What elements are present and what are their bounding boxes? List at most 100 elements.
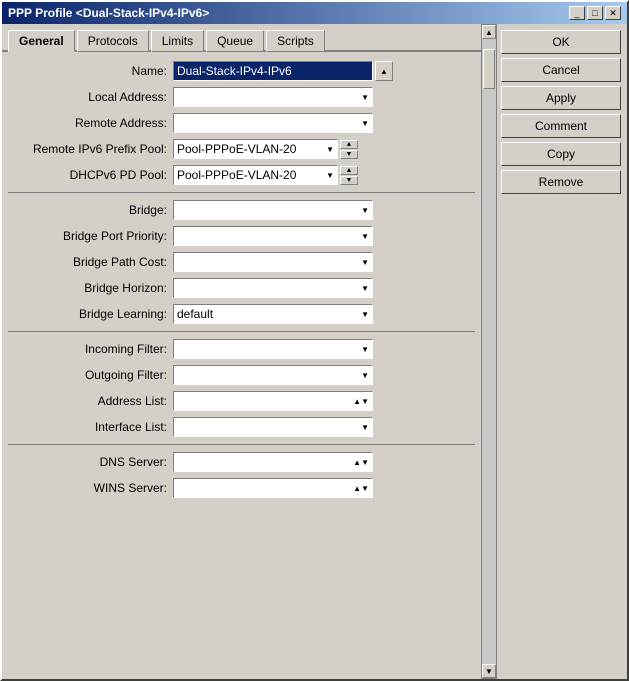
remote-ipv6-label: Remote IPv6 Prefix Pool: xyxy=(8,142,173,156)
scrollbar-thumb[interactable] xyxy=(483,49,495,89)
tab-queue[interactable]: Queue xyxy=(206,30,264,52)
dns-server-label: DNS Server: xyxy=(8,455,173,469)
dns-server-wrap: ▲▼ xyxy=(173,452,475,472)
interface-list-input[interactable]: ▼ xyxy=(173,417,373,437)
address-list-input[interactable]: ▲▼ xyxy=(173,391,373,411)
incoming-filter-wrap: ▼ xyxy=(173,339,475,359)
scrollbar-down[interactable]: ▼ xyxy=(482,664,496,678)
remote-address-input[interactable]: ▼ xyxy=(173,113,373,133)
maximize-button[interactable]: □ xyxy=(587,6,603,20)
address-list-arrow: ▲▼ xyxy=(353,397,369,406)
address-list-wrap: ▲▼ xyxy=(173,391,475,411)
name-label: Name: xyxy=(8,64,173,78)
wins-server-input[interactable]: ▲▼ xyxy=(173,478,373,498)
bridge-learning-value: default xyxy=(177,307,213,321)
outgoing-filter-input[interactable]: ▼ xyxy=(173,365,373,385)
outgoing-filter-arrow: ▼ xyxy=(361,371,369,380)
bridge-port-priority-row: Bridge Port Priority: ▼ xyxy=(8,225,475,247)
close-button[interactable]: ✕ xyxy=(605,6,621,20)
dhcpv6-value: Pool-PPPoE-VLAN-20 xyxy=(177,168,296,182)
bridge-path-cost-label: Bridge Path Cost: xyxy=(8,255,173,269)
dhcpv6-arrow: ▼ xyxy=(326,171,334,180)
scrollbar: ▲ ▼ xyxy=(481,24,497,679)
remote-ipv6-arrow: ▼ xyxy=(326,145,334,154)
bridge-input[interactable]: ▼ xyxy=(173,200,373,220)
bridge-horizon-wrap: ▼ xyxy=(173,278,475,298)
bridge-learning-input[interactable]: default ▼ xyxy=(173,304,373,324)
bridge-learning-row: Bridge Learning: default ▼ xyxy=(8,303,475,325)
copy-button[interactable]: Copy xyxy=(501,142,621,166)
scrollbar-up[interactable]: ▲ xyxy=(482,25,496,39)
ok-button[interactable]: OK xyxy=(501,30,621,54)
remote-ipv6-input[interactable]: Pool-PPPoE-VLAN-20 ▼ xyxy=(173,139,338,159)
incoming-filter-row: Incoming Filter: ▼ xyxy=(8,338,475,360)
bridge-horizon-input[interactable]: ▼ xyxy=(173,278,373,298)
divider-1 xyxy=(8,192,475,193)
remote-ipv6-wrap: Pool-PPPoE-VLAN-20 ▼ ▲ ▼ xyxy=(173,139,475,159)
interface-list-row: Interface List: ▼ xyxy=(8,416,475,438)
dhcpv6-row: DHCPv6 PD Pool: Pool-PPPoE-VLAN-20 ▼ ▲ ▼ xyxy=(8,164,475,186)
local-address-arrow: ▼ xyxy=(361,93,369,102)
remote-address-arrow: ▼ xyxy=(361,119,369,128)
bridge-horizon-row: Bridge Horizon: ▼ xyxy=(8,277,475,299)
dhcpv6-arrows: ▲ ▼ xyxy=(340,166,358,185)
bridge-horizon-arrow: ▼ xyxy=(361,284,369,293)
bridge-path-cost-arrow: ▼ xyxy=(361,258,369,267)
local-address-input[interactable]: ▼ xyxy=(173,87,373,107)
bridge-path-cost-row: Bridge Path Cost: ▼ xyxy=(8,251,475,273)
dns-server-row: DNS Server: ▲▼ xyxy=(8,451,475,473)
remote-ipv6-down[interactable]: ▼ xyxy=(340,150,358,159)
main-panel: General Protocols Limits Queue Scripts N… xyxy=(2,24,481,679)
minimize-button[interactable]: _ xyxy=(569,6,585,20)
comment-button[interactable]: Comment xyxy=(501,114,621,138)
tab-scripts[interactable]: Scripts xyxy=(266,30,325,52)
bridge-wrap: ▼ xyxy=(173,200,475,220)
bridge-port-priority-arrow: ▼ xyxy=(361,232,369,241)
remote-address-label: Remote Address: xyxy=(8,116,173,130)
incoming-filter-label: Incoming Filter: xyxy=(8,342,173,356)
remove-button[interactable]: Remove xyxy=(501,170,621,194)
dhcpv6-wrap: Pool-PPPoE-VLAN-20 ▼ ▲ ▼ xyxy=(173,165,475,185)
local-address-row: Local Address: ▼ xyxy=(8,86,475,108)
outgoing-filter-wrap: ▼ xyxy=(173,365,475,385)
remote-address-row: Remote Address: ▼ xyxy=(8,112,475,134)
tab-protocols[interactable]: Protocols xyxy=(77,30,149,52)
remote-ipv6-row: Remote IPv6 Prefix Pool: Pool-PPPoE-VLAN… xyxy=(8,138,475,160)
name-input[interactable] xyxy=(173,61,373,81)
bridge-path-cost-input[interactable]: ▼ xyxy=(173,252,373,272)
tab-general[interactable]: General xyxy=(8,30,75,52)
bridge-learning-arrow: ▼ xyxy=(361,310,369,319)
remote-ipv6-up[interactable]: ▲ xyxy=(340,140,358,149)
remote-ipv6-value: Pool-PPPoE-VLAN-20 xyxy=(177,142,296,156)
wins-server-wrap: ▲▼ xyxy=(173,478,475,498)
bridge-learning-label: Bridge Learning: xyxy=(8,307,173,321)
dhcpv6-down[interactable]: ▼ xyxy=(340,176,358,185)
wins-server-row: WINS Server: ▲▼ xyxy=(8,477,475,499)
interface-list-arrow: ▼ xyxy=(361,423,369,432)
scrollbar-track xyxy=(482,39,496,664)
tab-limits[interactable]: Limits xyxy=(151,30,204,52)
remote-ipv6-arrows: ▲ ▼ xyxy=(340,140,358,159)
divider-2 xyxy=(8,331,475,332)
bridge-port-priority-label: Bridge Port Priority: xyxy=(8,229,173,243)
address-list-row: Address List: ▲▼ xyxy=(8,390,475,412)
bridge-port-priority-input[interactable]: ▼ xyxy=(173,226,373,246)
bridge-row: Bridge: ▼ xyxy=(8,199,475,221)
dhcpv6-input[interactable]: Pool-PPPoE-VLAN-20 ▼ xyxy=(173,165,338,185)
wins-server-arrow: ▲▼ xyxy=(353,484,369,493)
interface-list-wrap: ▼ xyxy=(173,417,475,437)
dhcpv6-label: DHCPv6 PD Pool: xyxy=(8,168,173,182)
incoming-filter-input[interactable]: ▼ xyxy=(173,339,373,359)
tab-bar: General Protocols Limits Queue Scripts xyxy=(2,24,481,52)
bridge-arrow: ▼ xyxy=(361,206,369,215)
bridge-label: Bridge: xyxy=(8,203,173,217)
dns-server-input[interactable]: ▲▼ xyxy=(173,452,373,472)
form-area: Name: ▲ Local Address: ▼ xyxy=(2,52,481,679)
dhcpv6-up[interactable]: ▲ xyxy=(340,166,358,175)
wins-server-label: WINS Server: xyxy=(8,481,173,495)
name-scroll-up[interactable]: ▲ xyxy=(375,61,393,81)
outgoing-filter-label: Outgoing Filter: xyxy=(8,368,173,382)
content-area: General Protocols Limits Queue Scripts N… xyxy=(2,24,627,679)
cancel-button[interactable]: Cancel xyxy=(501,58,621,82)
apply-button[interactable]: Apply xyxy=(501,86,621,110)
